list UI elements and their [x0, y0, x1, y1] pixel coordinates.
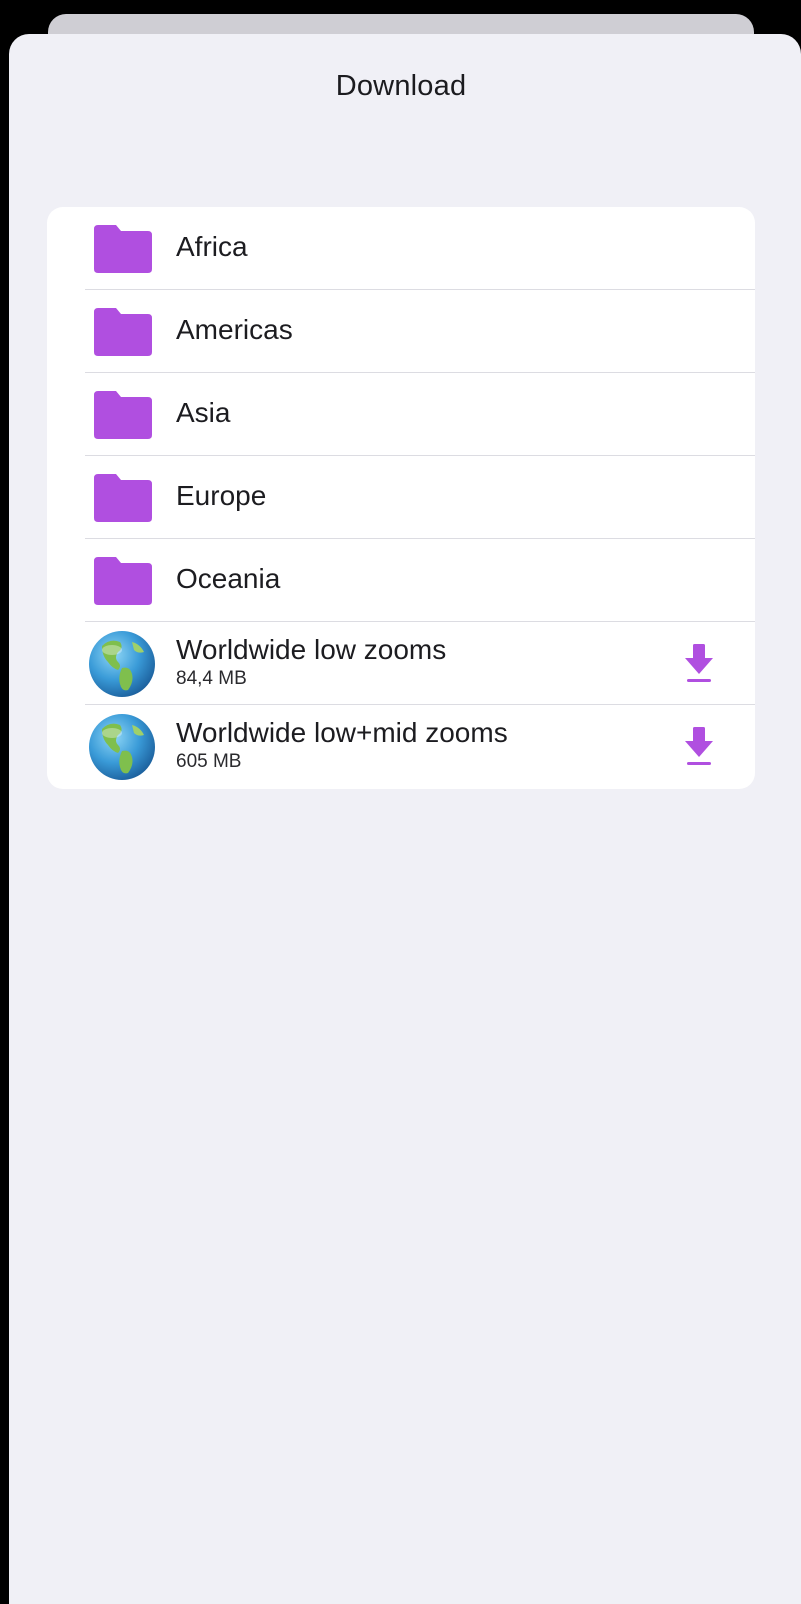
region-label: Oceania — [176, 563, 281, 594]
download-icon[interactable] — [679, 642, 719, 686]
folder-icon — [94, 557, 152, 605]
list-item-asia[interactable]: Asia — [47, 373, 755, 456]
region-label: Asia — [176, 397, 231, 428]
region-label: Americas — [176, 314, 293, 345]
download-icon[interactable] — [679, 725, 719, 769]
region-list: Africa Americas Asia Europe Oceania Worl… — [47, 207, 755, 789]
list-item-africa[interactable]: Africa — [47, 207, 755, 290]
download-size: 605 MB — [176, 751, 242, 772]
folder-icon — [94, 474, 152, 522]
region-label: Africa — [176, 231, 248, 262]
globe-icon — [89, 714, 155, 780]
folder-icon — [94, 391, 152, 439]
list-item-europe[interactable]: Europe — [47, 456, 755, 539]
globe-icon — [89, 631, 155, 697]
folder-icon — [94, 308, 152, 356]
list-item-worldwide-low[interactable]: Worldwide low zooms 84,4 MB — [47, 622, 755, 705]
list-item-worldwide-low-mid[interactable]: Worldwide low+mid zooms 605 MB — [47, 705, 755, 788]
download-title: Worldwide low zooms — [176, 634, 447, 665]
region-label: Europe — [176, 480, 267, 511]
download-sheet: Download Africa Americas Asia Europe Oce… — [9, 34, 801, 1604]
download-size: 84,4 MB — [176, 668, 247, 689]
folder-icon — [94, 225, 152, 273]
sheet-title: Download — [335, 70, 467, 102]
list-item-americas[interactable]: Americas — [47, 290, 755, 373]
download-title: Worldwide low+mid zooms — [176, 717, 508, 748]
list-item-oceania[interactable]: Oceania — [47, 539, 755, 622]
screen: Download Africa Americas Asia Europe Oce… — [0, 0, 801, 1604]
